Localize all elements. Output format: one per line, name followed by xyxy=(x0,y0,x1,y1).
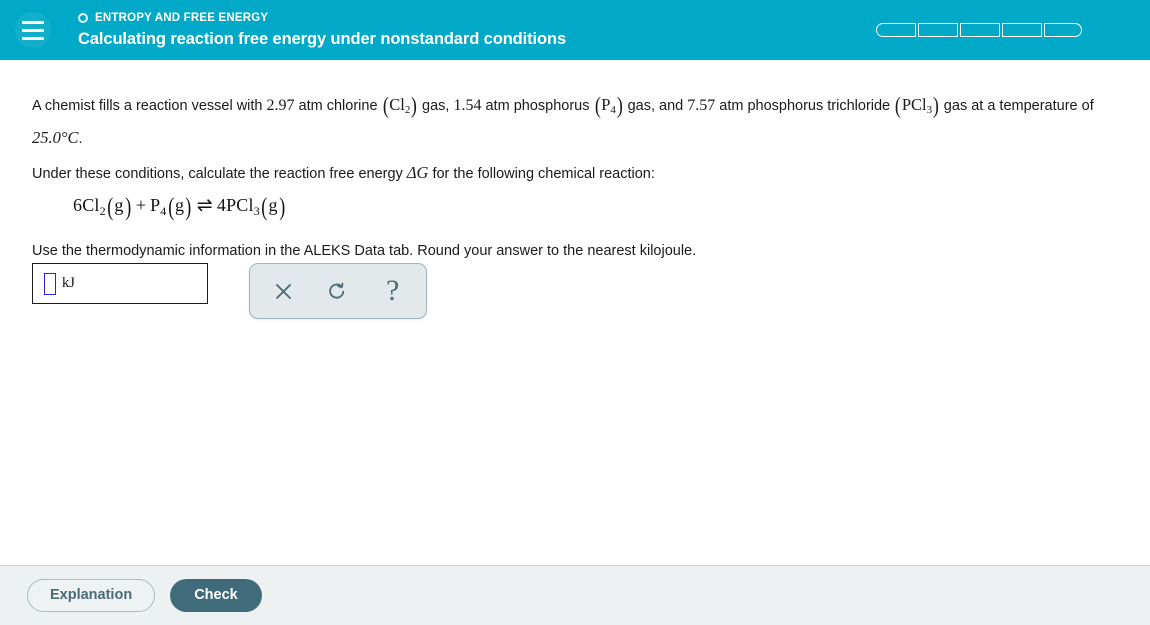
formula-subscript: 3 xyxy=(926,104,933,116)
text-run: for the following chemical reaction: xyxy=(428,166,655,182)
app-header: ENTROPY AND FREE ENERGY Calculating reac… xyxy=(0,0,1150,60)
text-run: gas, xyxy=(418,98,454,114)
question-paragraph: Under these conditions, calculate the re… xyxy=(32,159,655,188)
product-state: g xyxy=(268,195,278,215)
temperature-value: 25.0°C xyxy=(32,128,79,147)
progress-segment-3 xyxy=(960,23,1000,37)
plus-sign: + xyxy=(135,195,147,215)
text-run: A chemist fills a reaction vessel with xyxy=(32,98,267,114)
chemical-equation: 6Cl2(g) + P4(g) ⇌ 4PCl3(g) xyxy=(73,194,285,221)
product-coefficient: 4 xyxy=(216,195,227,215)
explanation-button[interactable]: Explanation xyxy=(27,579,156,612)
pressure-value-chlorine: 2.97 xyxy=(266,97,295,114)
progress-segment-5 xyxy=(1044,23,1082,37)
undo-arrow-icon xyxy=(327,281,348,302)
text-run: atm chlorine xyxy=(294,98,382,114)
text-run: atm phosphorus trichloride xyxy=(715,98,895,114)
math-toolbar: ? xyxy=(249,263,427,319)
text-run: Under these conditions, calculate the re… xyxy=(32,166,407,182)
reactant-1-formula: Cl xyxy=(82,195,100,215)
delta-g-symbol: ΔG xyxy=(406,163,429,182)
text-run: atm phosphorus xyxy=(481,98,594,114)
formula-chlorine: (Cl2) xyxy=(382,93,418,118)
text-run: gas at a temperature of xyxy=(939,98,1094,114)
reactant-1-state: g xyxy=(114,195,124,215)
page-title: Calculating reaction free energy under n… xyxy=(78,30,567,48)
instruction-paragraph: Use the thermodynamic information in the… xyxy=(32,243,697,259)
hamburger-bar xyxy=(22,28,44,32)
topic-label: ENTROPY AND FREE ENERGY xyxy=(95,12,269,24)
action-footer: Explanation Check xyxy=(0,565,1150,625)
product-formula: PCl xyxy=(226,195,254,215)
circle-outline-icon xyxy=(78,13,88,23)
hamburger-bar xyxy=(22,20,44,24)
problem-content: A chemist fills a reaction vessel with 2… xyxy=(0,60,1150,565)
formula-pcl3: (PCl3) xyxy=(895,93,939,118)
close-x-icon xyxy=(274,282,293,301)
progress-segment-4 xyxy=(1002,23,1042,37)
formula-main: Cl xyxy=(389,95,405,114)
formula-subscript: 2 xyxy=(404,104,411,116)
reactant-2-formula: P xyxy=(150,195,161,215)
progress-segment-2 xyxy=(918,23,958,37)
answer-row: kJ ? xyxy=(32,263,427,319)
help-button[interactable]: ? xyxy=(372,271,414,311)
answer-unit-label: kJ xyxy=(62,275,75,291)
text-run: . xyxy=(78,131,83,147)
equilibrium-arrow-icon: ⇌ xyxy=(196,195,213,216)
answer-entry-slot[interactable] xyxy=(44,272,56,295)
formula-main: P xyxy=(601,95,611,114)
header-title-group: ENTROPY AND FREE ENERGY Calculating reac… xyxy=(78,11,566,49)
text-run: gas, and xyxy=(623,98,688,114)
progress-segment-1 xyxy=(876,23,916,37)
problem-statement-paragraph: A chemist fills a reaction vessel with 2… xyxy=(32,91,1117,153)
pressure-value-phosphorus: 1.54 xyxy=(453,97,482,114)
hamburger-bar xyxy=(22,36,44,40)
formula-subscript: 4 xyxy=(610,104,616,116)
topic-breadcrumb: ENTROPY AND FREE ENERGY xyxy=(78,11,566,25)
progress-indicator xyxy=(876,23,1082,37)
reactant-2-subscript: 4 xyxy=(160,204,167,218)
check-button[interactable]: Check xyxy=(170,579,262,612)
pressure-value-pcl3: 7.57 xyxy=(687,97,716,114)
reactant-1-subscript: 2 xyxy=(99,204,106,218)
answer-input[interactable]: kJ xyxy=(32,263,208,304)
formula-main: PCl xyxy=(901,95,927,114)
clear-button[interactable] xyxy=(262,271,304,311)
product-subscript: 3 xyxy=(253,204,260,218)
undo-button[interactable] xyxy=(317,271,359,311)
hamburger-menu-icon[interactable] xyxy=(15,12,51,48)
formula-phosphorus: (P4) xyxy=(594,93,623,118)
reactant-1-coefficient: 6 xyxy=(73,195,83,215)
reactant-2-state: g xyxy=(175,195,185,215)
question-mark-icon: ? xyxy=(385,274,400,307)
